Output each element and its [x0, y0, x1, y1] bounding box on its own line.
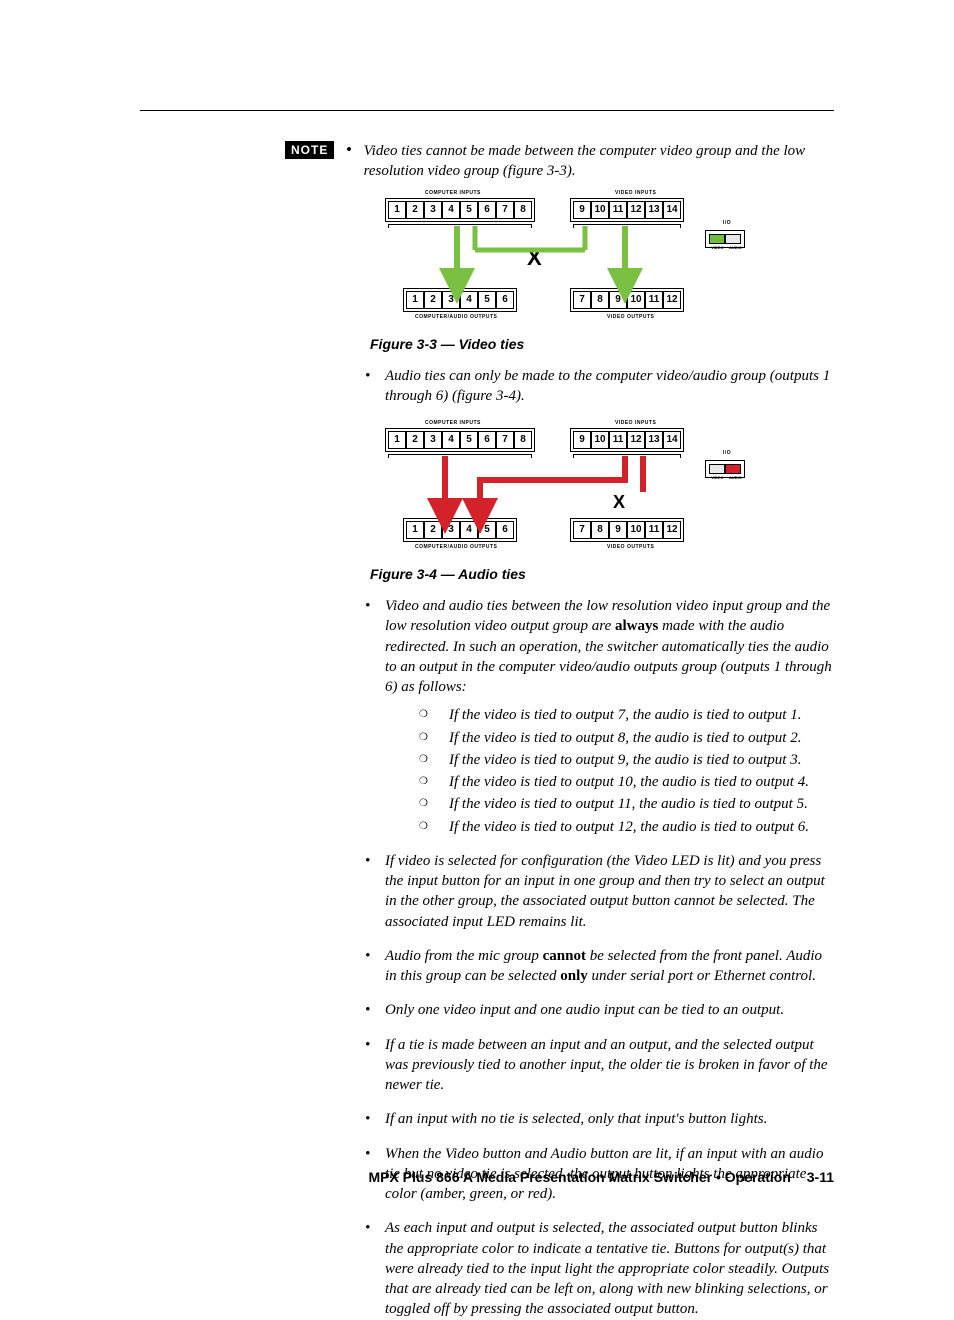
figure-3-3-caption: Figure 3-3 — Video ties [370, 336, 834, 352]
bullet-5: Only one video input and one audio input… [365, 1000, 834, 1020]
figure-3-4-caption: Figure 3-4 — Audio ties [370, 566, 834, 582]
bullet-9: As each input and output is selected, th… [365, 1218, 834, 1319]
bullet-4: Audio from the mic group cannot be selec… [365, 946, 834, 987]
footer-text: MPX Plus 866 A Media Presentation Matrix… [368, 1169, 790, 1185]
page-footer: MPX Plus 866 A Media Presentation Matrix… [368, 1169, 834, 1185]
list-item: If the video is tied to output 9, the au… [419, 750, 834, 770]
video-ties-arrows [385, 190, 805, 330]
list-item: If the video is tied to output 11, the a… [419, 794, 834, 814]
sub-list: If the video is tied to output 7, the au… [419, 705, 834, 837]
bullet-2: Video and audio ties between the low res… [365, 596, 834, 837]
note-badge: NOTE [285, 141, 334, 159]
bullet-marker: • [346, 141, 351, 159]
footer-page-number: 3-11 [807, 1169, 834, 1185]
audio-ties-arrows [385, 420, 805, 560]
note-text-0: Video ties cannot be made between the co… [364, 141, 834, 182]
bullet-1: Audio ties can only be made to the compu… [365, 366, 834, 407]
list-item: If the video is tied to output 8, the au… [419, 728, 834, 748]
list-item: If the video is tied to output 10, the a… [419, 772, 834, 792]
bullet-6: If a tie is made between an input and an… [365, 1035, 834, 1096]
figure-3-3-diagram: COMPUTER INPUTS VIDEO INPUTS 12345678 91… [385, 190, 805, 330]
figure-3-4-diagram: COMPUTER INPUTS VIDEO INPUTS 12345678 91… [385, 420, 805, 560]
list-item: If the video is tied to output 7, the au… [419, 705, 834, 725]
top-rule [140, 110, 834, 111]
bullet-7: If an input with no tie is selected, onl… [365, 1109, 834, 1129]
bullet-3: If video is selected for configuration (… [365, 851, 834, 932]
list-item: If the video is tied to output 12, the a… [419, 817, 834, 837]
